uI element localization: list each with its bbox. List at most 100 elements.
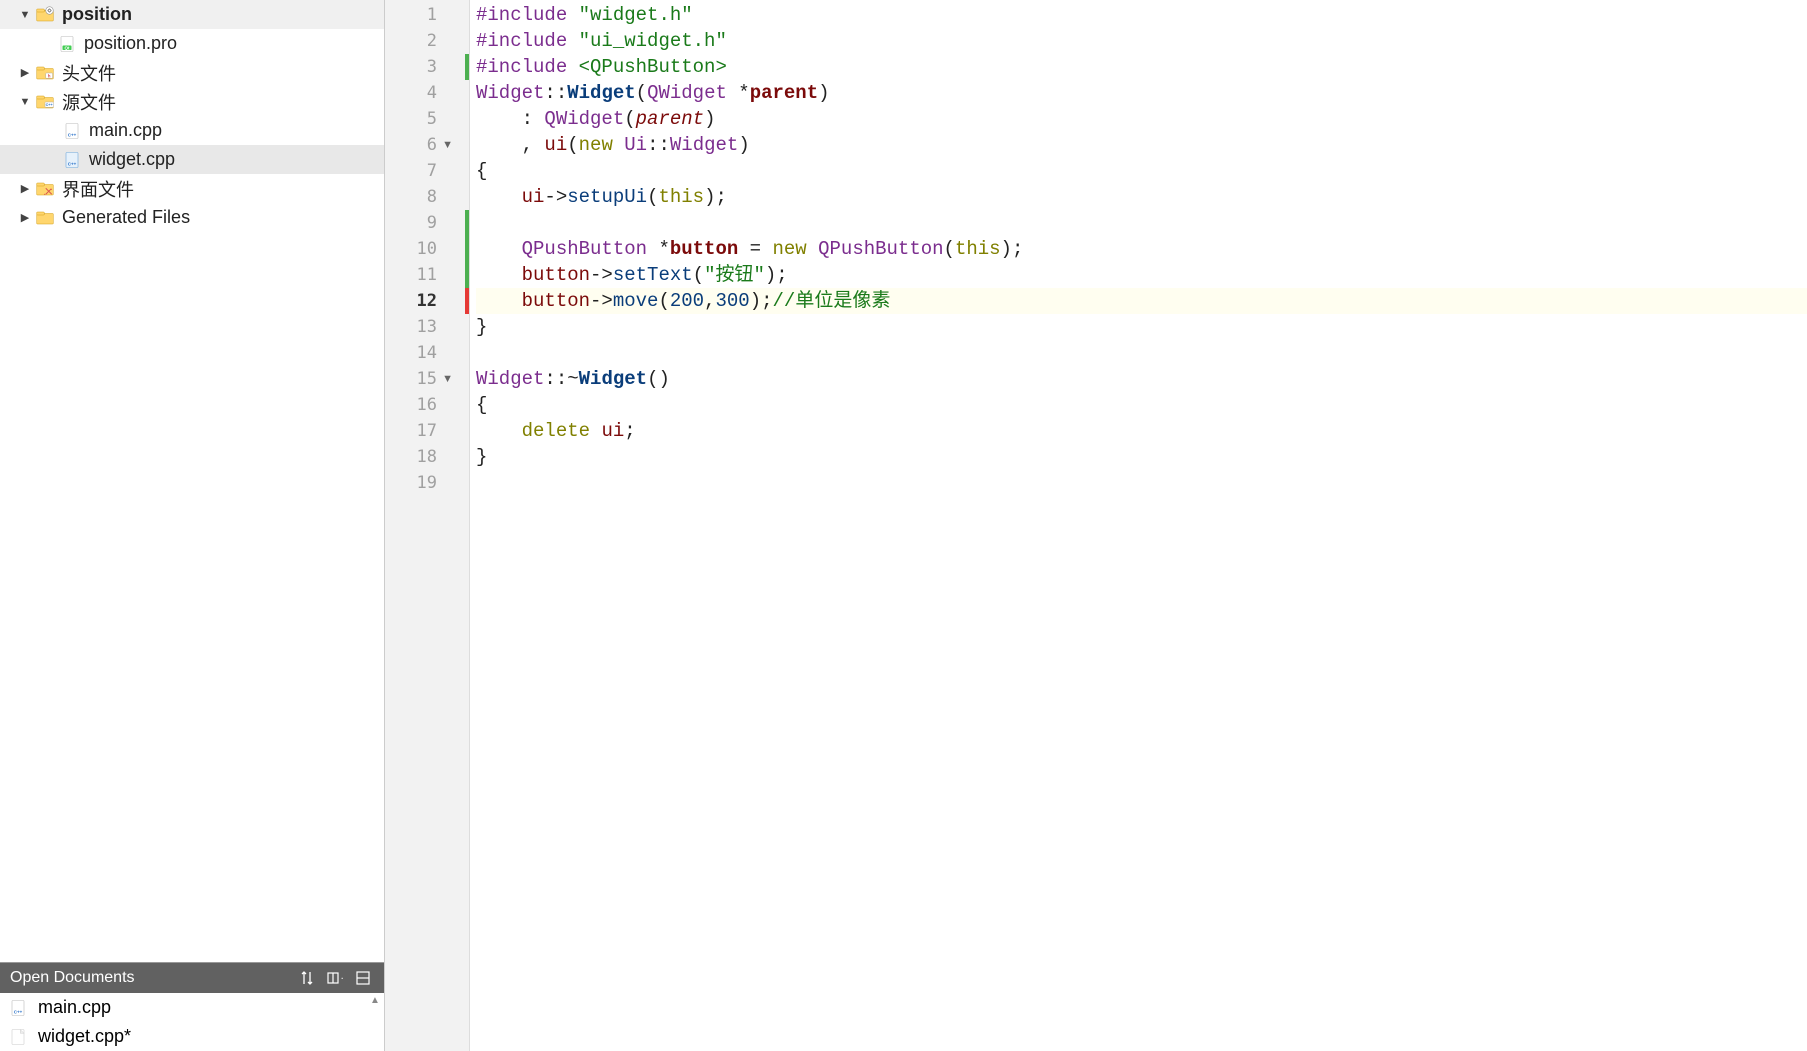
fold-arrow-icon[interactable]: ▼ [442,373,453,385]
code-line[interactable]: QPushButton *button = new QPushButton(th… [476,236,1807,262]
chevron-right-icon: ▶ [18,182,32,196]
chevron-down-icon: ▼ [18,95,32,109]
tree-item-generated[interactable]: ▶ Generated Files [0,203,384,232]
close-panel-button[interactable] [352,967,374,989]
code-line[interactable]: #include "ui_widget.h" [476,28,1807,54]
line-number: 19 [417,473,469,493]
line-number: 8 [427,187,469,207]
code-line[interactable]: #include "widget.h" [476,2,1807,28]
gutter-line[interactable]: 15▼ [385,366,469,392]
sort-button[interactable] [296,967,318,989]
code-line[interactable]: Widget::Widget(QWidget *parent) [476,80,1807,106]
open-documents-list: ▲ C++ main.cpp widget.cpp* [0,993,384,1051]
scroll-arrow-icon: ▲ [370,995,382,1006]
file-icon [8,1027,28,1047]
open-documents-panel: Open Documents + ▲ C++ main.cpp [0,962,384,1051]
code-line[interactable]: , ui(new Ui::Widget) [476,132,1807,158]
chevron-down-icon: ▼ [18,8,32,22]
cpp-file-icon: C++ [8,998,28,1018]
tree-item-forms[interactable]: ▶ 界面文件 [0,174,384,203]
code-line[interactable] [476,470,1807,496]
fold-arrow-icon[interactable]: ▼ [442,139,453,151]
change-bar [465,236,469,262]
line-number: 13 [417,317,469,337]
gutter-line[interactable]: 8 [385,184,469,210]
gutter-line[interactable]: 3 [385,54,469,80]
open-documents-title: Open Documents [10,969,290,987]
cpp-file-icon: C++ [62,121,82,141]
code-line[interactable]: button->move(200,300);//单位是像素 [476,288,1807,314]
gutter-line[interactable]: 16 [385,392,469,418]
change-bar [465,288,469,314]
folder-icon [35,208,55,228]
gutter-line[interactable]: 19 [385,470,469,496]
tree-item-headers[interactable]: ▶ h 头文件 [0,58,384,87]
code-line[interactable] [476,340,1807,366]
line-number: 12 [417,291,469,311]
code-line[interactable]: { [476,392,1807,418]
line-number: 3 [427,57,469,77]
gutter-line[interactable]: 1 [385,2,469,28]
code-line[interactable] [476,210,1807,236]
change-bar [465,54,469,80]
code-editor[interactable]: 123456▼789101112131415▼16171819 #include… [385,0,1807,1051]
line-number: 16 [417,395,469,415]
line-number: 9 [427,213,469,233]
split-button[interactable]: + [324,967,346,989]
open-documents-header: Open Documents + [0,963,384,993]
tree-label: Generated Files [62,207,190,228]
gutter-line[interactable]: 9 [385,210,469,236]
svg-text:Qt: Qt [65,45,71,50]
tree-label: main.cpp [89,120,162,141]
code-line[interactable]: } [476,444,1807,470]
tree-item-widget-cpp[interactable]: C++ widget.cpp [0,145,384,174]
tree-label: position.pro [84,33,177,54]
code-line[interactable]: : QWidget(parent) [476,106,1807,132]
code-line[interactable]: delete ui; [476,418,1807,444]
gutter-line[interactable]: 7 [385,158,469,184]
gutter-line[interactable]: 11 [385,262,469,288]
code-line[interactable]: Widget::~Widget() [476,366,1807,392]
code-line[interactable]: #include <QPushButton> [476,54,1807,80]
tree-root-position[interactable]: ▼ position [0,0,384,29]
open-doc-main-cpp[interactable]: C++ main.cpp [0,993,384,1022]
gutter-line[interactable]: 6▼ [385,132,469,158]
svg-text:C++: C++ [46,103,54,107]
code-line[interactable]: button->setText("按钮"); [476,262,1807,288]
tree-label: position [62,4,132,25]
gutter-line[interactable]: 2 [385,28,469,54]
svg-text:h: h [48,73,51,78]
code-line[interactable]: } [476,314,1807,340]
open-doc-label: main.cpp [38,997,111,1018]
editor-gutter[interactable]: 123456▼789101112131415▼16171819 [385,0,470,1051]
line-number: 2 [427,31,469,51]
project-tree[interactable]: ▼ position Qt position.pro ▶ h 头文件 ▼ C++ [0,0,384,962]
gutter-line[interactable]: 12 [385,288,469,314]
gutter-line[interactable]: 18 [385,444,469,470]
tree-item-position-pro[interactable]: Qt position.pro [0,29,384,58]
tree-item-sources[interactable]: ▼ C++ 源文件 [0,87,384,116]
code-area[interactable]: #include "widget.h"#include "ui_widget.h… [470,0,1807,1051]
change-bar [465,210,469,236]
tree-item-main-cpp[interactable]: C++ main.cpp [0,116,384,145]
open-doc-label: widget.cpp* [38,1026,131,1047]
gutter-line[interactable]: 14 [385,340,469,366]
svg-text:C++: C++ [14,1009,23,1014]
code-line[interactable]: { [476,158,1807,184]
sidebar: ▼ position Qt position.pro ▶ h 头文件 ▼ C++ [0,0,385,1051]
line-number: 11 [417,265,469,285]
gutter-line[interactable]: 5 [385,106,469,132]
qt-pro-file-icon: Qt [57,34,77,54]
cpp-file-icon: C++ [62,150,82,170]
gutter-line[interactable]: 17 [385,418,469,444]
line-number: 10 [417,239,469,259]
gutter-line[interactable]: 10 [385,236,469,262]
project-folder-icon [35,5,55,25]
gutter-line[interactable]: 4 [385,80,469,106]
line-number: 5 [427,109,469,129]
svg-text:+: + [341,974,343,985]
open-doc-widget-cpp[interactable]: widget.cpp* [0,1022,384,1051]
tree-label: 头文件 [62,60,116,86]
gutter-line[interactable]: 13 [385,314,469,340]
code-line[interactable]: ui->setupUi(this); [476,184,1807,210]
